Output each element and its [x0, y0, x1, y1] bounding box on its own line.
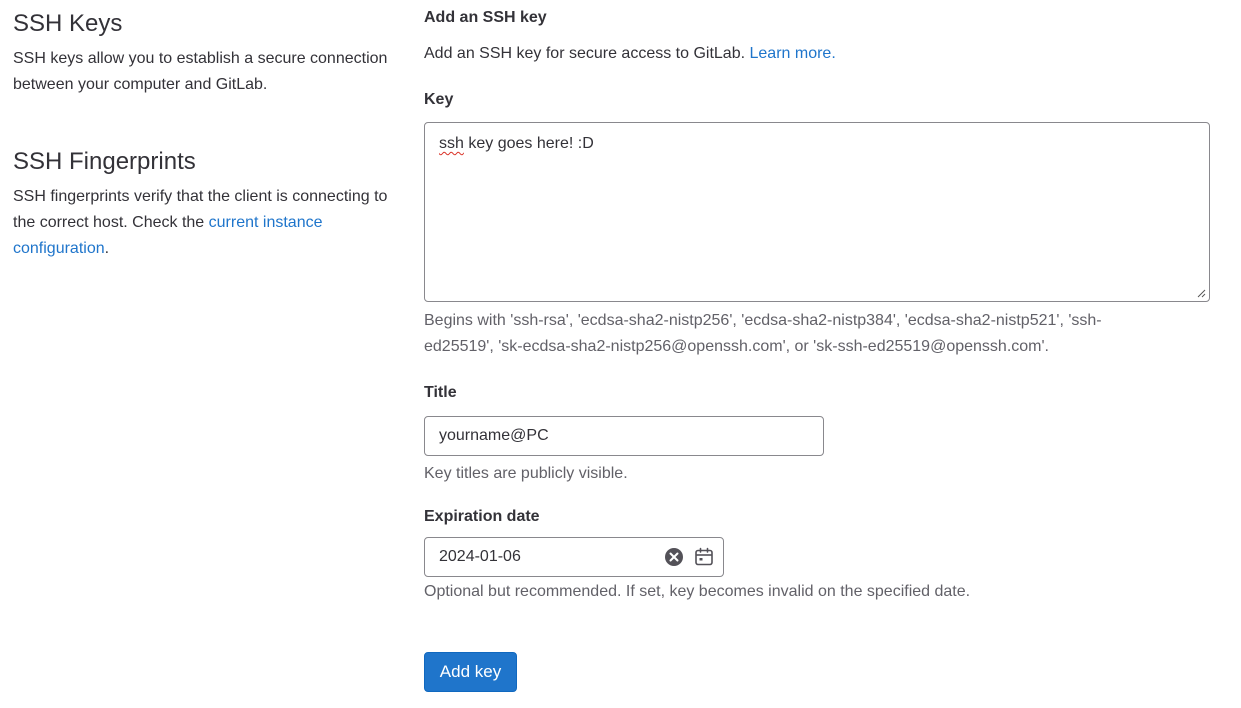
- resize-handle-icon[interactable]: [1197, 289, 1206, 298]
- ssh-fingerprints-description-text: SSH fingerprints verify that the client …: [13, 188, 388, 231]
- add-key-button[interactable]: Add key: [424, 652, 517, 692]
- settings-sidebar-info: SSH Keys SSH keys allow you to establish…: [13, 8, 398, 262]
- key-textarea[interactable]: ssh key goes here! :D: [424, 122, 1210, 302]
- key-value-text: key goes here! :D: [463, 135, 594, 152]
- key-help-text: Begins with 'ssh-rsa', 'ecdsa-sha2-nistp…: [424, 312, 1102, 355]
- key-label: Key: [424, 91, 454, 108]
- title-label: Title: [424, 384, 457, 401]
- form-intro-text: Add an SSH key for secure access to GitL…: [424, 45, 750, 62]
- ssh-keys-description: SSH keys allow you to establish a secure…: [13, 50, 388, 93]
- ssh-fingerprints-description-end: .: [104, 240, 110, 257]
- key-value-misspelled: ssh: [439, 135, 464, 152]
- form-intro: Add an SSH key for secure access to GitL…: [424, 43, 836, 65]
- calendar-icon[interactable]: [694, 547, 714, 567]
- clear-date-icon[interactable]: [664, 547, 684, 567]
- ssh-keys-title: SSH Keys: [13, 10, 123, 37]
- form-heading: Add an SSH key: [424, 9, 547, 26]
- learn-more-link[interactable]: Learn more.: [750, 45, 836, 62]
- ssh-fingerprints-description: SSH fingerprints verify that the client …: [13, 184, 398, 262]
- expiration-help-text: Optional but recommended. If set, key be…: [424, 583, 971, 600]
- ssh-keys-page: SSH Keys SSH keys allow you to establish…: [0, 0, 1241, 708]
- expiration-date-label: Expiration date: [424, 508, 540, 525]
- ssh-fingerprints-title: SSH Fingerprints: [13, 148, 196, 175]
- title-input[interactable]: yourname@PC: [424, 416, 824, 456]
- title-help-text: Key titles are publicly visible.: [424, 465, 628, 482]
